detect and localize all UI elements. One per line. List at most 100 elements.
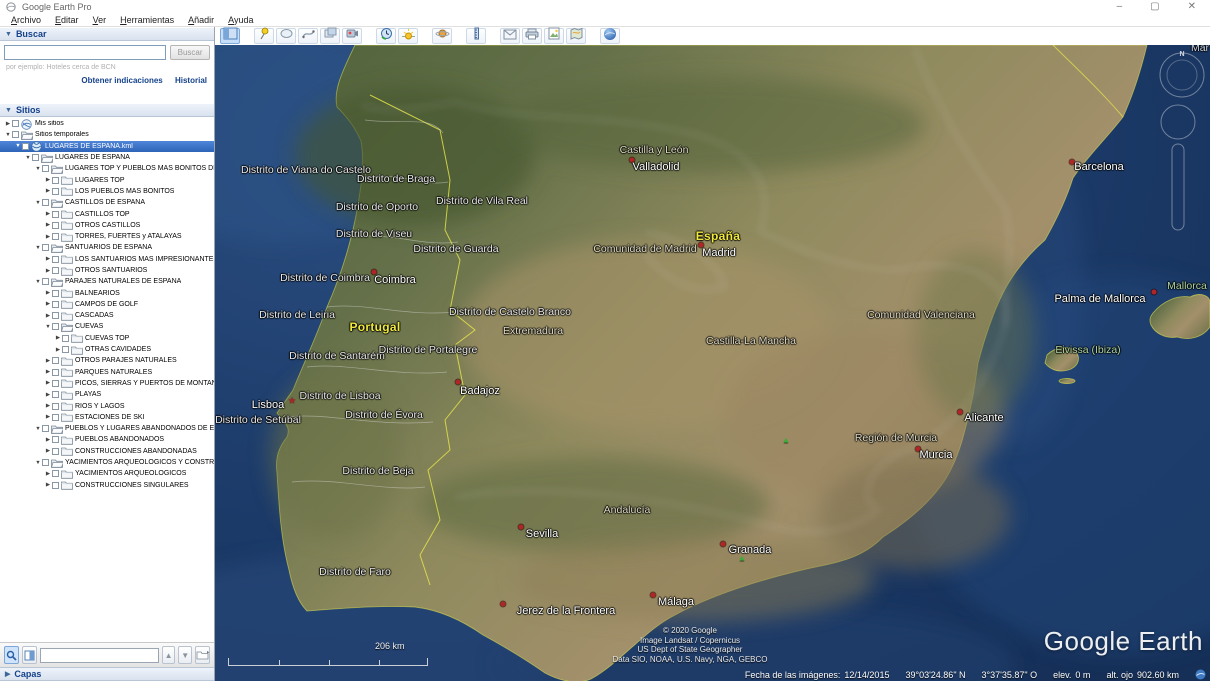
collapse-icon[interactable]: ▼ <box>34 200 42 206</box>
expand-icon[interactable]: ▶ <box>44 369 52 375</box>
tree-item-lugares-top-y-pueblos-m-s-bonitos-de[interactable]: ▼LUGARES TOP Y PUEBLOS MÁS BONITOS DE... <box>0 163 214 174</box>
item-checkbox[interactable] <box>52 233 59 240</box>
record-tour-button[interactable] <box>342 28 362 44</box>
tree-item-lugares-de-espa-a[interactable]: ▼LUGARES DE ESPAÑA <box>0 152 214 163</box>
collapse-icon[interactable]: ▼ <box>34 460 42 466</box>
expand-icon[interactable]: ▶ <box>44 301 52 307</box>
sidebar-toggle-button[interactable] <box>220 28 240 44</box>
polygon-button[interactable] <box>276 28 296 44</box>
menu-añadir[interactable]: Añadir <box>181 15 221 25</box>
tree-item-cuevas-top[interactable]: ▶CUEVAS TOP <box>0 333 214 344</box>
item-checkbox[interactable] <box>52 256 59 263</box>
collapse-icon[interactable]: ▼ <box>14 143 22 149</box>
places-filter-input[interactable] <box>40 648 159 663</box>
tree-item-castillos-top[interactable]: ▶CASTILLOS TOP <box>0 208 214 219</box>
expand-icon[interactable]: ▶ <box>44 222 52 228</box>
tree-item-sitios-temporales[interactable]: ▼Sitios temporales <box>0 129 214 140</box>
collapse-icon[interactable]: ▼ <box>44 324 52 330</box>
item-checkbox[interactable] <box>52 211 59 218</box>
historical-imagery-button[interactable] <box>376 28 396 44</box>
collapse-icon[interactable]: ▼ <box>34 279 42 285</box>
item-checkbox[interactable] <box>52 267 59 274</box>
expand-icon[interactable]: ▶ <box>44 313 52 319</box>
item-checkbox[interactable] <box>12 131 19 138</box>
item-checkbox[interactable] <box>52 222 59 229</box>
item-checkbox[interactable] <box>52 448 59 455</box>
tree-item-picos-sierras-y-puertos-de-monta-a[interactable]: ▶PICOS, SIERRAS Y PUERTOS DE MONTAÑA <box>0 378 214 389</box>
expand-icon[interactable]: ▶ <box>44 414 52 420</box>
item-checkbox[interactable] <box>52 301 59 308</box>
next-result-button[interactable]: ▼ <box>178 646 192 664</box>
expand-icon[interactable]: ▶ <box>44 188 52 194</box>
item-checkbox[interactable] <box>52 177 59 184</box>
expand-icon[interactable]: ▶ <box>44 448 52 454</box>
tree-item-otros-santuarios[interactable]: ▶OTROS SANTUARIOS <box>0 265 214 276</box>
menu-ayuda[interactable]: Ayuda <box>221 15 260 25</box>
show-profile-button[interactable] <box>22 646 37 664</box>
expand-icon[interactable]: ▶ <box>44 256 52 262</box>
tree-item-lugares-top[interactable]: ▶LUGARES TOP <box>0 174 214 185</box>
collapse-icon[interactable]: ▼ <box>34 166 42 172</box>
tree-item-los-santuarios-m-s-impresionantes[interactable]: ▶LOS SANTUARIOS MÁS IMPRESIONANTES <box>0 254 214 265</box>
layers-panel-header[interactable]: ▶ Capas <box>0 667 214 681</box>
get-directions-link[interactable]: Obtener indicaciones <box>81 76 162 85</box>
item-checkbox[interactable] <box>52 391 59 398</box>
email-button[interactable] <box>500 28 520 44</box>
item-checkbox[interactable] <box>42 244 49 251</box>
item-checkbox[interactable] <box>42 165 49 172</box>
item-checkbox[interactable] <box>52 470 59 477</box>
search-button[interactable]: Buscar <box>170 45 210 60</box>
item-checkbox[interactable] <box>42 278 49 285</box>
item-checkbox[interactable] <box>22 143 29 150</box>
globe-button[interactable] <box>600 28 620 44</box>
expand-icon[interactable]: ▶ <box>54 335 62 341</box>
expand-icon[interactable]: ▶ <box>44 358 52 364</box>
ruler-button[interactable] <box>466 28 486 44</box>
tree-item-construcciones-singulares[interactable]: ▶CONSTRUCCIONES SINGULARES <box>0 480 214 491</box>
expand-icon[interactable]: ▶ <box>4 121 12 127</box>
item-checkbox[interactable] <box>52 380 59 387</box>
places-panel-header[interactable]: ▼ Sitios <box>0 103 214 117</box>
expand-icon[interactable]: ▶ <box>54 347 62 353</box>
tree-item-pueblos-abandonados[interactable]: ▶PUEBLOS ABANDONADOS <box>0 434 214 445</box>
tree-item-estaciones-de-ski[interactable]: ▶ESTACIONES DE SKI <box>0 412 214 423</box>
item-checkbox[interactable] <box>52 290 59 297</box>
tree-item-lugares-de-espa-a-kml[interactable]: ▼LUGARES DE ESPAÑA.kml <box>0 141 214 152</box>
tree-item-yacimientos-arqueol-gicos-y-constr[interactable]: ▼YACIMIENTOS ARQUEOLÓGICOS Y CONSTR... <box>0 457 214 468</box>
tree-item-campos-de-golf[interactable]: ▶CAMPOS DE GOLF <box>0 299 214 310</box>
tree-item-parajes-naturales-de-espa-a[interactable]: ▼PARAJES NATURALES DE ESPAÑA <box>0 276 214 287</box>
menu-archivo[interactable]: Archivo <box>4 15 48 25</box>
expand-icon[interactable]: ▶ <box>44 290 52 296</box>
map-viewport[interactable]: N Distrito de Viana do CasteloDistrito d… <box>215 45 1210 681</box>
tree-item-otras-cavidades[interactable]: ▶OTRAS CAVIDADES <box>0 344 214 355</box>
view-in-maps-button[interactable] <box>566 28 586 44</box>
expand-icon[interactable]: ▶ <box>44 268 52 274</box>
menu-editar[interactable]: Editar <box>48 15 86 25</box>
save-image-button[interactable] <box>544 28 564 44</box>
expand-icon[interactable]: ▶ <box>44 211 52 217</box>
collapse-icon[interactable]: ▼ <box>4 132 12 138</box>
collapse-icon[interactable]: ▼ <box>34 426 42 432</box>
item-checkbox[interactable] <box>42 459 49 466</box>
item-checkbox[interactable] <box>32 154 39 161</box>
tree-item-otros-castillos[interactable]: ▶OTROS CASTILLOS <box>0 220 214 231</box>
menu-ver[interactable]: Ver <box>86 15 114 25</box>
expand-icon[interactable]: ▶ <box>44 437 52 443</box>
search-panel-header[interactable]: ▼ Buscar <box>0 27 214 41</box>
tree-item-cascadas[interactable]: ▶CASCADAS <box>0 310 214 321</box>
collapse-icon[interactable]: ▼ <box>34 245 42 251</box>
menu-herramientas[interactable]: Herramientas <box>113 15 181 25</box>
previous-result-button[interactable]: ▲ <box>162 646 176 664</box>
tree-item-playas[interactable]: ▶PLAYAS <box>0 389 214 400</box>
sunlight-button[interactable] <box>398 28 418 44</box>
item-checkbox[interactable] <box>62 346 69 353</box>
tree-item-mis-sitios[interactable]: ▶Mis sitios <box>0 118 214 129</box>
tree-item-construcciones-abandonadas[interactable]: ▶CONSTRUCCIONES ABANDONADAS <box>0 446 214 457</box>
expand-icon[interactable]: ▶ <box>44 392 52 398</box>
collapse-icon[interactable]: ▼ <box>24 155 32 161</box>
item-checkbox[interactable] <box>62 335 69 342</box>
minimize-button[interactable]: – <box>1117 2 1123 12</box>
close-button[interactable]: ✕ <box>1188 2 1196 12</box>
maximize-button[interactable]: ▢ <box>1150 2 1159 12</box>
planets-button[interactable] <box>432 28 452 44</box>
